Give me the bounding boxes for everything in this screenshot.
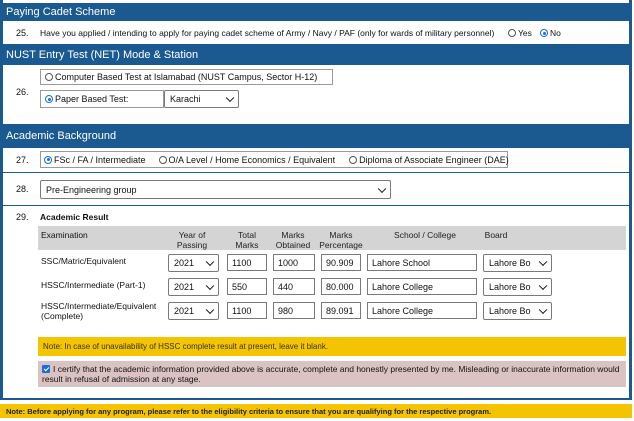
qualification-type-group: FSc / FA / Intermediate O/A Level / Home… [40, 151, 509, 168]
hssc-board-select[interactable]: Lahore Bo [483, 302, 552, 320]
column-marks-obtained: Marks Obtained [275, 230, 311, 250]
hssc1-marks-obtained-input[interactable]: 440 [273, 278, 315, 295]
chevron-down-icon [205, 281, 215, 291]
radio-icon [158, 155, 167, 164]
question-number-27: 27. [16, 155, 29, 165]
column-board: Board [484, 230, 508, 240]
hssc-total-marks-input[interactable]: 1100 [227, 302, 267, 319]
ssc-board-select[interactable]: Lahore Bo [483, 254, 552, 272]
qualification-olevel-radio[interactable]: O/A Level / Home Economics / Equivalent [158, 155, 335, 165]
radio-icon [45, 73, 53, 81]
test-station-select[interactable]: Karachi [164, 90, 239, 108]
paying-cadet-question: Have you applied / intending to apply fo… [40, 28, 495, 38]
hssc1-college-input[interactable]: Lahore College [367, 278, 477, 295]
exam-label-hssc-complete: HSSC/Intermediate/Equivalent (Complete) [41, 301, 157, 321]
academic-result-title: Academic Result [40, 212, 109, 222]
chevron-down-icon [538, 281, 548, 291]
question-number-28: 28. [16, 184, 29, 194]
exam-label-hssc-part1: HSSC/Intermediate (Part-1) [41, 280, 146, 290]
paying-cadet-yes-radio[interactable]: Yes [508, 28, 532, 38]
hssc-year-select[interactable]: 2021 [168, 302, 219, 320]
hssc-percentage-input[interactable]: 89.091 [321, 302, 361, 319]
cbt-option[interactable]: Computer Based Test at Islamabad (NUST C… [40, 69, 333, 85]
divider [0, 398, 632, 400]
radio-icon [508, 29, 516, 37]
question-number-29: 29. [16, 212, 29, 222]
divider [0, 205, 632, 206]
ssc-school-input[interactable]: Lahore School [367, 254, 477, 271]
column-school-college: School / College [394, 230, 456, 240]
column-year: Year of Passing [176, 230, 208, 250]
hssc1-board-select[interactable]: Lahore Bo [483, 278, 552, 296]
hssc-note: Note: In case of unavailability of HSSC … [38, 337, 626, 356]
chevron-down-icon [377, 184, 387, 193]
exam-label-ssc: SSC/Matric/Equivalent [41, 256, 127, 266]
chevron-down-icon [205, 257, 215, 267]
radio-selected-icon [45, 95, 53, 103]
radio-selected-icon [540, 29, 548, 37]
chevron-down-icon [538, 257, 548, 267]
certify-checkbox[interactable] [42, 365, 50, 373]
qualification-dae-radio[interactable]: Diploma of Associate Engineer (DAE) [349, 155, 509, 165]
column-marks-percentage: Marks Percentage [319, 230, 363, 250]
ssc-year-select[interactable]: 2021 [168, 254, 219, 272]
intermediate-group-select[interactable]: Pre-Engineering group [40, 180, 391, 199]
ssc-marks-obtained-input[interactable]: 1000 [273, 254, 315, 271]
eligibility-note: Note: Before applying for any program, p… [0, 404, 632, 418]
column-examination: Examination [41, 230, 88, 240]
question-number-25: 25. [16, 28, 29, 38]
paying-cadet-no-radio[interactable]: No [540, 28, 561, 38]
paying-cadet-header: Paying Cadet Scheme [0, 3, 632, 21]
radio-selected-icon [44, 155, 52, 164]
divider [0, 172, 632, 173]
chevron-down-icon [205, 305, 215, 315]
hssc1-total-marks-input[interactable]: 550 [227, 278, 267, 295]
column-total-marks: Total Marks [235, 230, 259, 250]
ssc-percentage-input[interactable]: 90.909 [321, 254, 361, 271]
pbt-option[interactable]: Paper Based Test: [40, 90, 164, 108]
chevron-down-icon [538, 305, 548, 315]
qualification-fsc-radio[interactable]: FSc / FA / Intermediate [44, 155, 146, 165]
ssc-total-marks-input[interactable]: 1100 [227, 254, 267, 271]
certification-text: I certify that the academic information … [42, 364, 620, 384]
question-number-26: 26. [16, 87, 29, 97]
hssc-college-input[interactable]: Lahore College [367, 302, 477, 319]
hssc-marks-obtained-input[interactable]: 980 [273, 302, 315, 319]
radio-icon [349, 155, 358, 164]
chevron-down-icon [225, 93, 235, 103]
hssc1-percentage-input[interactable]: 80.000 [321, 278, 361, 295]
academic-header: Academic Background [0, 124, 632, 148]
hssc1-year-select[interactable]: 2021 [168, 278, 219, 296]
certification-box: I certify that the academic information … [38, 361, 626, 387]
net-header: NUST Entry Test (NET) Mode & Station [0, 44, 632, 65]
